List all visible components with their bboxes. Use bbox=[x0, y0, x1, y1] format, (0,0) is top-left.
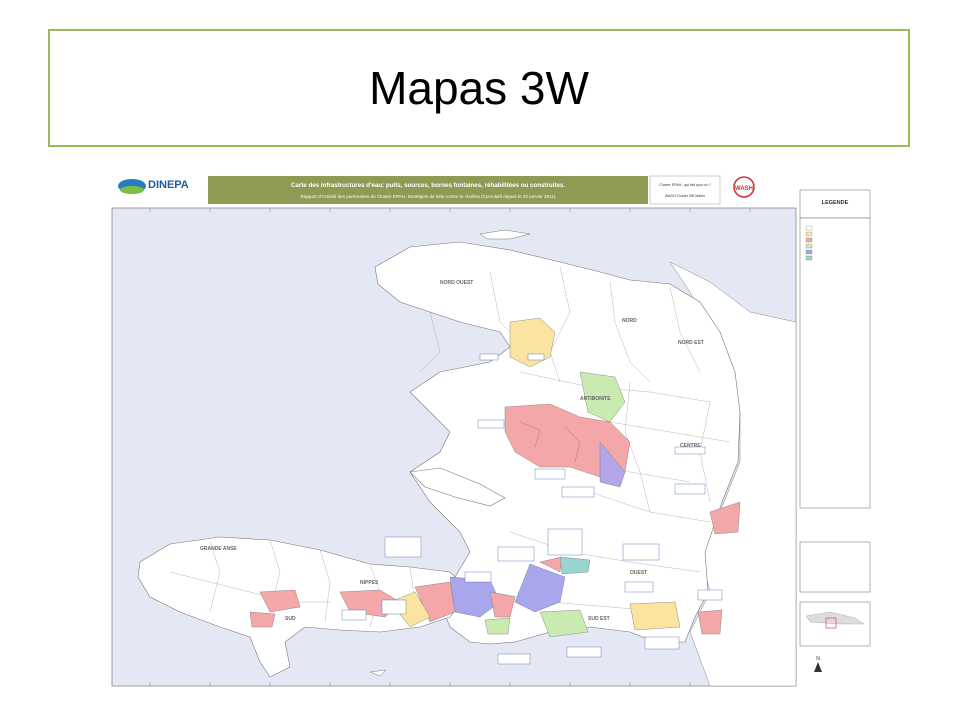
legend-title: LEGENDE bbox=[822, 200, 849, 206]
cluster-box-text2: WASH Cluster 3W Matrix bbox=[665, 194, 705, 198]
legend-swatch-white bbox=[805, 225, 813, 231]
wash-logo: WASH bbox=[733, 176, 755, 198]
svg-text:N: N bbox=[816, 656, 820, 662]
commune-green-south bbox=[484, 617, 511, 635]
dept-label-sud-est: SUD EST bbox=[588, 616, 610, 622]
cluster-box-text: Cluster EPAH : qui fait quoi où ? bbox=[659, 183, 710, 187]
legend-swatch-green bbox=[805, 243, 813, 249]
cluster-box bbox=[649, 175, 721, 205]
legend-swatch-teal bbox=[805, 255, 813, 261]
legend-notes-box bbox=[799, 541, 871, 593]
dept-label-nord: NORD bbox=[622, 318, 637, 324]
commune-yellow-sud-est bbox=[629, 601, 681, 631]
dept-label-grande-anse: GRANDE ANSE bbox=[200, 546, 237, 552]
slide-title-box: Mapas 3W bbox=[48, 29, 910, 147]
slide-title: Mapas 3W bbox=[369, 62, 589, 114]
commune-pink-sud-est-east bbox=[697, 609, 723, 635]
commune-pink-sud2 bbox=[249, 611, 276, 628]
map-header-title: Carte des infrastructures d'eau: puits, … bbox=[291, 182, 565, 189]
commune-teal-ouest bbox=[559, 556, 591, 575]
dept-label-nord-est: NORD EST bbox=[678, 340, 704, 346]
dept-label-nippes: NIPPES bbox=[360, 580, 379, 586]
map-header-subtitle: Rapport d'Activité des partenaires du Cl… bbox=[300, 194, 555, 199]
legend-swatch-pink bbox=[805, 237, 813, 243]
north-arrow-icon: N bbox=[814, 656, 822, 672]
haiti-3w-map: DINEPA Carte des infrastructures d'eau: … bbox=[110, 172, 872, 705]
legend-panel: LEGENDE N bbox=[799, 189, 871, 672]
dept-label-nord-ouest: NORD OUEST bbox=[440, 280, 473, 286]
dept-label-artibonite: ARTIBONITE bbox=[580, 396, 611, 402]
legend-swatch-yellow bbox=[805, 231, 813, 237]
dept-label-sud: SUD bbox=[285, 616, 296, 622]
dept-label-ouest: OUEST bbox=[630, 570, 647, 576]
dinepa-logo-text: DINEPA bbox=[148, 179, 189, 191]
svg-text:WASH: WASH bbox=[735, 186, 753, 192]
map-header-bar bbox=[208, 176, 648, 204]
legend-swatch-purple bbox=[805, 249, 813, 255]
map-canvas: DINEPA Carte des infrastructures d'eau: … bbox=[110, 172, 872, 687]
